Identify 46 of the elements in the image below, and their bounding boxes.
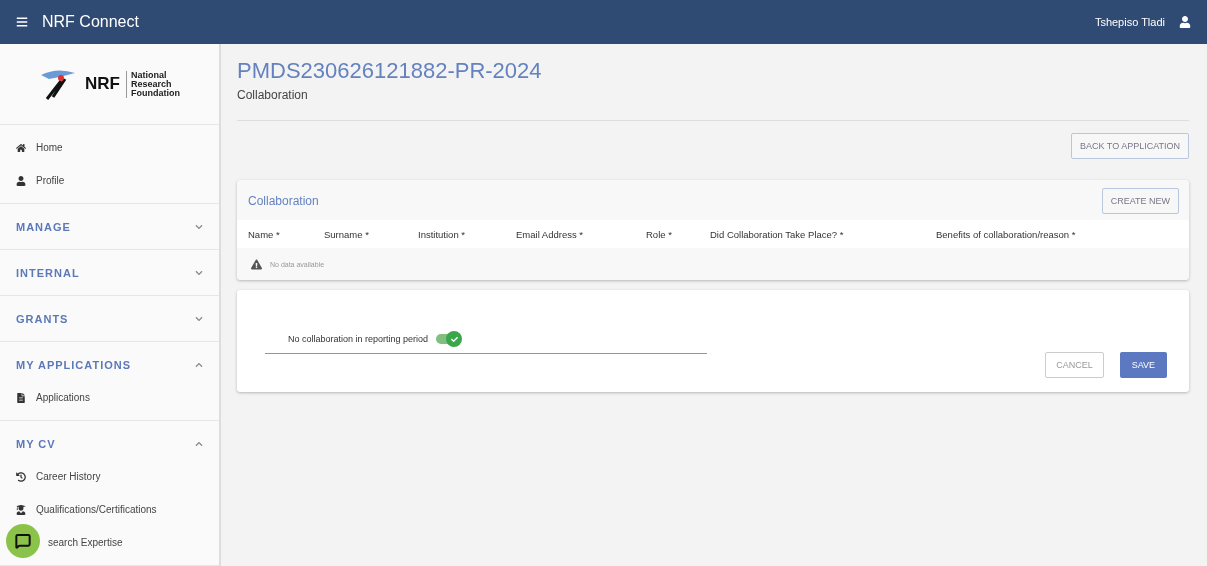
page-title: PMDS230626121882-PR-2024 [237, 58, 543, 84]
column-header: Role * [646, 228, 673, 240]
sidebar-item[interactable]: Applications [0, 381, 219, 414]
card-title: Collaboration [248, 194, 319, 208]
sidebar-item[interactable]: Profile [0, 164, 219, 197]
column-header: Surname * [324, 228, 370, 240]
sidebar-item[interactable]: search Expertise [0, 526, 219, 559]
chevron-down-icon [195, 314, 203, 323]
column-header: Institution * [418, 228, 466, 240]
history-icon [16, 471, 26, 482]
cancel-button[interactable]: CANCEL [1045, 352, 1104, 378]
sidebar-item[interactable]: Home [0, 131, 219, 164]
toggle-label: No collaboration in reporting period [288, 334, 429, 344]
section-header[interactable]: INTERNAL [0, 256, 219, 289]
chat-icon [15, 533, 31, 549]
home-icon [16, 142, 26, 153]
page-subtitle: Collaboration [237, 88, 309, 102]
column-header: Name * [248, 228, 281, 240]
logo-mark: NRF [85, 74, 120, 94]
logo-text: National Research Foundation [125, 70, 180, 98]
user-name: Tshepiso Tladi [1094, 16, 1165, 28]
chevron-up-icon [195, 360, 203, 369]
section-header[interactable]: MY CV [0, 427, 219, 460]
app-title: NRF Connect [42, 13, 140, 31]
section-header[interactable]: MY APPLICATIONS [0, 348, 219, 381]
user-icon[interactable] [1179, 16, 1191, 28]
section-header[interactable]: MANAGE [0, 210, 219, 243]
column-header: Email Address * [516, 228, 585, 240]
sidebar-item[interactable]: Qualifications/Certifications [0, 493, 219, 526]
file-icon [16, 392, 26, 403]
chevron-down-icon [195, 268, 203, 277]
graduate-icon [16, 504, 26, 515]
column-header: Did Collaboration Take Place? * [710, 228, 845, 240]
warning-icon [251, 258, 262, 270]
back-button[interactable]: BACK TO APPLICATION [1070, 133, 1189, 159]
chevron-down-icon [195, 222, 203, 231]
create-button[interactable]: CREATE NEW [1101, 188, 1179, 214]
save-button[interactable]: SAVE [1119, 352, 1167, 378]
toggle-switch[interactable] [436, 334, 461, 344]
section-header[interactable]: GRANTS [0, 302, 219, 335]
user-icon [16, 175, 26, 186]
sidebar-item[interactable]: Career History [0, 460, 219, 493]
menu-icon[interactable] [16, 16, 28, 28]
check-icon [450, 335, 458, 343]
chevron-up-icon [195, 439, 203, 448]
column-header: Benefits of collaboration/reason * [936, 228, 1077, 240]
